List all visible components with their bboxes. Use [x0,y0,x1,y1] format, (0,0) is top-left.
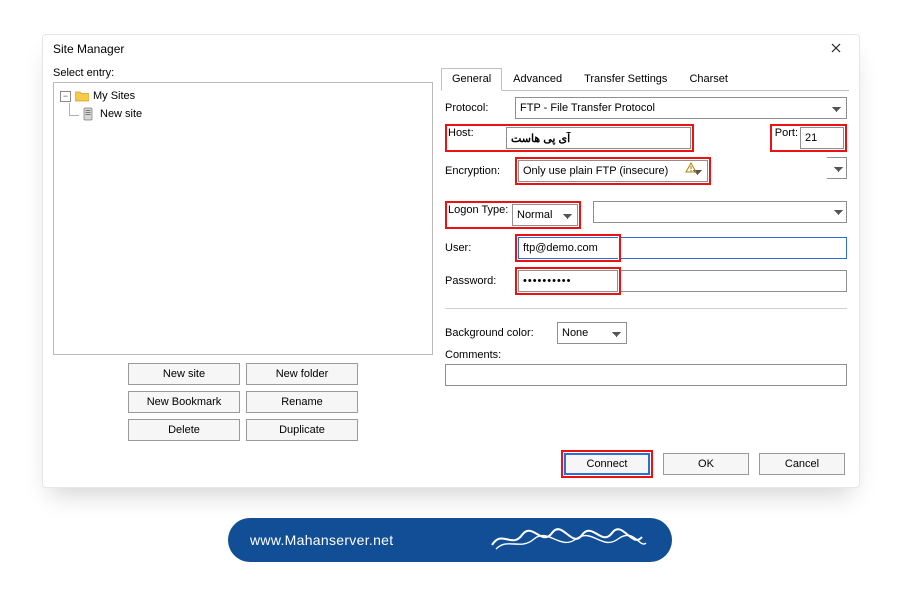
tab-general[interactable]: General [441,68,502,91]
new-folder-button[interactable]: New folder [246,363,358,385]
right-pane: General Advanced Transfer Settings Chars… [441,67,849,449]
duplicate-button[interactable]: Duplicate [246,419,358,441]
host-input[interactable] [506,127,691,149]
password-row: Password: [445,267,847,295]
port-highlight: Port: [770,124,847,152]
protocol-select[interactable]: FTP - File Transfer Protocol [515,97,847,119]
logon-highlight: Logon Type: Normal [445,201,581,229]
server-icon [82,107,96,121]
user-highlight [515,234,621,262]
password-input[interactable] [518,270,618,292]
encryption-select[interactable]: Only use plain FTP (insecure) [518,160,708,182]
protocol-row: Protocol: FTP - File Transfer Protocol [445,97,847,119]
user-row: User: [445,234,847,262]
banner-logo [490,527,650,553]
tree-child-row[interactable]: New site [60,105,426,123]
bgcolor-select[interactable]: None [557,322,627,344]
content-area: Select entry: − My Sites New site N [43,63,859,449]
user-input[interactable] [518,237,618,259]
window-title: Site Manager [53,42,819,56]
logon-row: Logon Type: Normal [445,201,847,229]
left-button-grid: New site New folder New Bookmark Rename … [53,355,433,449]
host-highlight: Host: [445,124,694,152]
banner-url: www.Mahanserver.net [250,532,393,548]
logon-label: Logon Type: [448,204,512,226]
tree-child-label: New site [100,108,142,120]
watermark-banner: www.Mahanserver.net [228,518,672,562]
connect-highlight: Connect [561,450,653,478]
comments-row: Comments: [445,349,847,386]
user-label: User: [445,242,509,254]
user-input-extension[interactable] [621,237,847,259]
password-highlight [515,267,621,295]
left-pane: Select entry: − My Sites New site N [53,67,433,449]
new-site-button[interactable]: New site [128,363,240,385]
folder-icon [75,90,89,102]
entry-tree[interactable]: − My Sites New site [53,82,433,355]
tab-strip: General Advanced Transfer Settings Chars… [441,67,849,91]
port-label: Port: [773,127,800,149]
new-bookmark-button[interactable]: New Bookmark [128,391,240,413]
close-icon [831,43,841,56]
warning-icon [685,162,697,174]
footer: Connect OK Cancel [43,449,859,487]
encryption-label: Encryption: [445,165,509,177]
select-entry-label: Select entry: [53,67,433,79]
connect-button[interactable]: Connect [564,453,650,475]
tab-transfer[interactable]: Transfer Settings [573,68,678,91]
ok-button[interactable]: OK [663,453,749,475]
chevron-down-icon [828,202,846,222]
tree-root-row[interactable]: − My Sites [60,87,426,105]
password-input-extension[interactable] [621,270,847,292]
close-button[interactable] [819,38,853,60]
general-form: Protocol: FTP - File Transfer Protocol H… [441,91,849,386]
rename-button[interactable]: Rename [246,391,358,413]
host-label: Host: [448,127,506,149]
encryption-row: Encryption: Only use plain FTP (insecure… [445,157,847,185]
tab-advanced[interactable]: Advanced [502,68,573,91]
logon-select-extension[interactable] [593,201,847,223]
collapse-icon[interactable]: − [60,91,71,102]
host-row: Host: Port: [445,124,847,152]
tab-charset[interactable]: Charset [678,68,739,91]
port-input[interactable] [800,127,844,149]
bgcolor-row: Background color: None [445,322,847,344]
cancel-button[interactable]: Cancel [759,453,845,475]
comments-textarea[interactable] [445,364,847,386]
comments-label: Comments: [445,349,847,361]
encryption-dropdown-arrow[interactable] [827,157,847,179]
tree-root-label: My Sites [93,90,135,102]
delete-button[interactable]: Delete [128,419,240,441]
bgcolor-label: Background color: [445,327,551,339]
protocol-label: Protocol: [445,102,509,114]
logon-select[interactable]: Normal [512,204,578,226]
separator [445,308,847,309]
encryption-highlight: Only use plain FTP (insecure) [515,157,711,185]
site-manager-window: Site Manager Select entry: − My Sites [42,34,860,488]
password-label: Password: [445,275,509,287]
titlebar: Site Manager [43,35,859,63]
